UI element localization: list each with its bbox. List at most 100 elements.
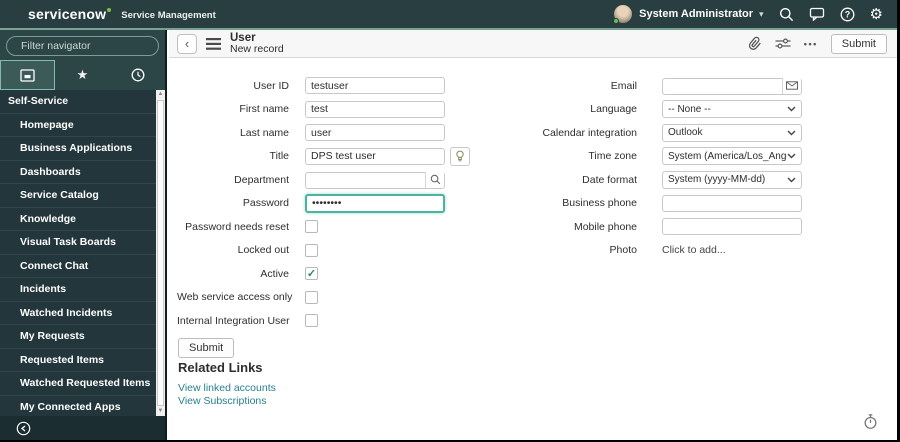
field-label: Locked out	[237, 244, 289, 257]
filter-navigator-input[interactable]	[21, 40, 156, 52]
personalize-form-icon[interactable]	[775, 37, 791, 50]
password-input[interactable]	[305, 193, 445, 213]
scroll-up-icon[interactable]: ▲	[156, 90, 165, 99]
department-input[interactable]	[305, 172, 445, 189]
field-row-last-name: Last name	[177, 121, 507, 145]
attachment-icon[interactable]	[745, 33, 765, 53]
first-name-input[interactable]	[305, 100, 445, 118]
envelope-icon	[786, 81, 798, 90]
sidebar-item-requested-items[interactable]: Requested Items	[0, 349, 156, 372]
sidebar-item-knowledge[interactable]: Knowledge	[0, 208, 156, 231]
scrollbar-thumb[interactable]	[157, 100, 164, 406]
suggestion-button[interactable]	[450, 146, 470, 166]
help-icon[interactable]: ?	[840, 7, 855, 22]
business-phone-input[interactable]	[662, 194, 802, 212]
collapse-sidebar-icon[interactable]	[16, 421, 31, 436]
field-label: First name	[239, 103, 289, 116]
search-icon[interactable]	[779, 7, 794, 22]
app-window: servicenow Service Management System Adm…	[0, 0, 900, 442]
user-id-input[interactable]	[305, 77, 445, 95]
gear-icon[interactable]: ⚙	[870, 7, 883, 22]
back-button[interactable]: ‹	[177, 33, 197, 54]
svg-text:?: ?	[844, 9, 850, 19]
title-input[interactable]	[305, 147, 445, 165]
sidebar-item-homepage[interactable]: Homepage	[0, 114, 156, 137]
field-row-calendar-integration: Calendar integration Outlook	[477, 121, 837, 145]
active-checkbox[interactable]	[305, 267, 318, 281]
chat-icon[interactable]	[809, 7, 825, 21]
submit-button-top[interactable]: Submit	[830, 33, 887, 54]
chevron-down-icon[interactable]: ▾	[759, 9, 764, 20]
sidebar-item-dashboards[interactable]: Dashboards	[0, 161, 156, 184]
lightbulb-icon	[456, 150, 464, 162]
filter-navigator[interactable]	[6, 36, 159, 56]
servicenow-logo: servicenow	[28, 6, 112, 22]
sidebar-tabs: ★	[0, 60, 165, 90]
field-label: Password needs reset	[185, 220, 289, 233]
field-row-active: Active	[177, 262, 507, 286]
magnifier-icon	[430, 174, 440, 185]
sidebar-item-connect-chat[interactable]: Connect Chat	[0, 255, 156, 278]
product-name: Service Management	[121, 9, 216, 21]
sidebar-item-service-catalog[interactable]: Service Catalog	[0, 184, 156, 208]
field-label: Photo	[609, 244, 637, 257]
sidebar-scrollbar[interactable]: ▲ ▼	[156, 90, 165, 416]
related-links-title: Related Links	[178, 360, 263, 375]
form-header: ‹ User New record ••• Submit	[169, 30, 897, 58]
locked-out-checkbox[interactable]	[305, 243, 318, 257]
field-label: Calendar integration	[542, 126, 637, 139]
form-context-menu-icon[interactable]	[206, 37, 221, 50]
view-subscriptions-link[interactable]: View Subscriptions	[178, 395, 276, 407]
chevron-down-icon	[787, 177, 796, 183]
field-label: Business phone	[562, 197, 637, 210]
chevron-down-icon	[787, 106, 796, 112]
mobile-phone-input[interactable]	[662, 218, 802, 236]
sidebar-item-my-connected-apps[interactable]: My Connected Apps	[0, 396, 156, 417]
user-menu[interactable]: System Administrator	[639, 8, 753, 20]
more-options-icon[interactable]: •••	[804, 39, 818, 49]
star-icon: ★	[76, 67, 89, 82]
last-name-input[interactable]	[305, 124, 445, 142]
field-label: Department	[234, 173, 289, 186]
internal-integration-user-checkbox[interactable]	[305, 314, 318, 328]
clock-icon	[131, 68, 144, 82]
field-label: Title	[269, 150, 289, 163]
date-format-select[interactable]: System (yyyy-MM-dd)	[662, 170, 802, 189]
password-needs-reset-checkbox[interactable]	[305, 220, 318, 234]
field-row-date-format: Date format System (yyyy-MM-dd)	[477, 168, 837, 192]
sidebar-item-visual-task-boards[interactable]: Visual Task Boards	[0, 231, 156, 255]
calendar-integration-select[interactable]: Outlook	[662, 123, 802, 142]
submit-button-bottom[interactable]: Submit	[178, 338, 235, 358]
sidebar-item-watched-requested-items[interactable]: Watched Requested Items	[0, 372, 156, 396]
email-input[interactable]	[662, 78, 802, 95]
field-label: Password	[242, 197, 289, 210]
field-row-internal-integration-user: Internal Integration User	[177, 309, 507, 333]
language-select[interactable]: -- None --	[662, 100, 802, 119]
department-lookup-button[interactable]	[425, 171, 444, 188]
sidebar-item-watched-incidents[interactable]: Watched Incidents	[0, 302, 156, 325]
tab-history[interactable]	[110, 60, 165, 90]
field-row-user-id: User ID	[177, 74, 507, 98]
time-zone-select[interactable]: System (America/Los_Angeles)	[662, 147, 802, 166]
sidebar-section-self-service[interactable]: Self-Service	[0, 90, 156, 114]
online-status-dot	[613, 18, 620, 24]
email-action-button[interactable]	[782, 77, 801, 94]
scroll-down-icon[interactable]: ▼	[156, 407, 165, 416]
response-time-icon[interactable]	[864, 414, 877, 434]
field-label: Last name	[239, 126, 289, 139]
tab-all-applications[interactable]	[0, 60, 55, 90]
field-row-password: Password	[177, 192, 507, 216]
field-label: Mobile phone	[573, 220, 637, 233]
applications-icon	[20, 68, 35, 82]
field-row-first-name: First name	[177, 98, 507, 122]
sidebar-item-incidents[interactable]: Incidents	[0, 278, 156, 302]
avatar[interactable]	[613, 5, 633, 24]
web-service-access-only-checkbox[interactable]	[305, 290, 318, 304]
field-row-email: Email	[477, 74, 837, 98]
tab-favorites[interactable]: ★	[55, 60, 110, 90]
sidebar-item-business-applications[interactable]: Business Applications	[0, 137, 156, 161]
field-label: Internal Integration User	[177, 314, 290, 327]
photo-add-link[interactable]: Click to add...	[662, 244, 726, 256]
sidebar-item-my-requests[interactable]: My Requests	[0, 325, 156, 349]
view-linked-accounts-link[interactable]: View linked accounts	[178, 382, 276, 394]
